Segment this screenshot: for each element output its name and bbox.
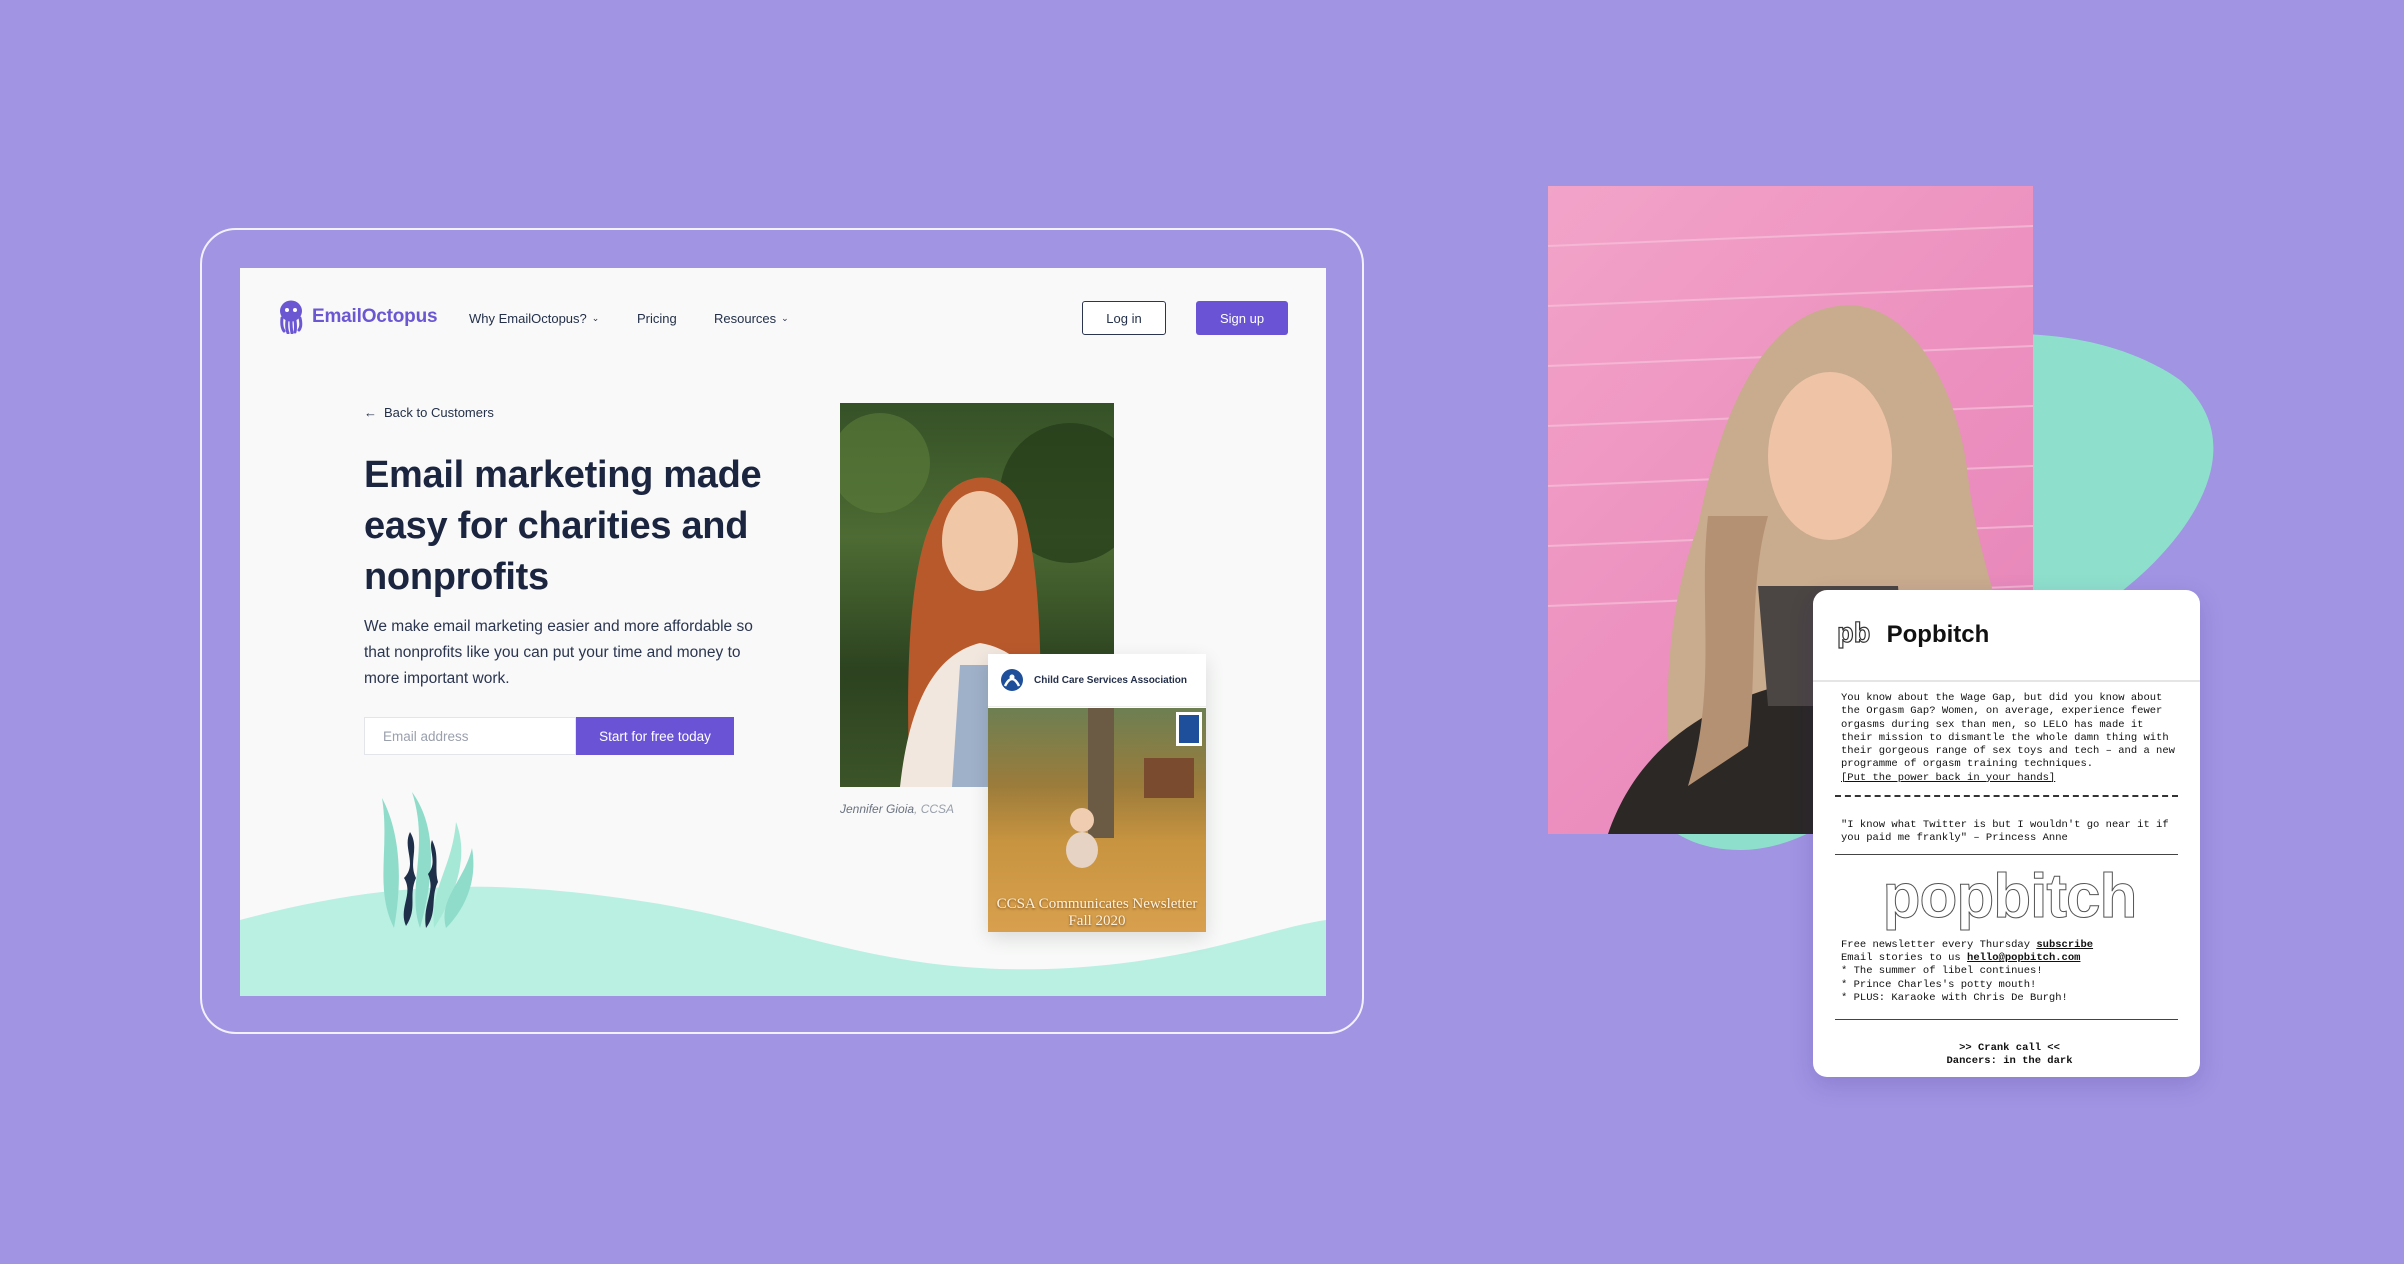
newsletter-title: CCSA Communicates Newsletter Fall 2020	[988, 896, 1206, 930]
nav-pricing-label: Pricing	[637, 311, 677, 326]
section-heading: >> Crank call <<	[1959, 1042, 2060, 1055]
free-line-text: Free newsletter every Thursday	[1841, 938, 2037, 951]
intro-link[interactable]: [Put the power back in your hands]	[1841, 772, 2178, 785]
nav-why-emailoctopus[interactable]: Why EmailOctopus? ⌄	[469, 311, 599, 326]
arrow-left-icon: ←	[364, 405, 377, 420]
section-heading: Dancers: in the dark	[1946, 1055, 2073, 1068]
newsletter-header: Child Care Services Association	[988, 654, 1206, 707]
popbitch-title: Popbitch	[1886, 621, 1990, 648]
email-stories-line: Email stories to us hello@popbitch.com	[1841, 952, 2178, 965]
bullet-item: * PLUS: Karaoke with Chris De Burgh!	[1841, 991, 2068, 1004]
newsletter-title-line1: CCSA Communicates Newsletter	[996, 896, 1198, 912]
intro-paragraph: You know about the Wage Gap, but did you…	[1841, 692, 2175, 771]
popbitch-header: pb Popbitch	[1813, 590, 2200, 682]
chevron-down-icon: ⌄	[591, 313, 600, 323]
photo-caption: Jennifer Gioia, CCSA	[840, 802, 954, 816]
quote-text: "I know what Twitter is but I wouldn't g…	[1841, 819, 2169, 845]
bullet-item: * Prince Charles's potty mouth!	[1841, 978, 2037, 991]
newsletter-cover-image: CCSA Communicates Newsletter Fall 2020	[988, 708, 1206, 932]
chevron-down-icon: ⌄	[781, 313, 789, 323]
newsletter-preview-card[interactable]: Child Care Services Association CCSA Com…	[988, 654, 1206, 932]
nav-resources[interactable]: Resources ⌄	[714, 311, 789, 326]
logo-text: EmailOctopus	[312, 306, 438, 327]
nav-resources-label: Resources	[714, 311, 777, 326]
newsletter-title-line2: Fall 2020	[1068, 913, 1126, 929]
login-button[interactable]: Log in	[1082, 301, 1166, 335]
popbitch-newsletter-card[interactable]: pb Popbitch You know about the Wage Gap,…	[1813, 590, 2200, 1077]
popbitch-body: You know about the Wage Gap, but did you…	[1813, 682, 2200, 1069]
emailoctopus-logo[interactable]: EmailOctopus	[278, 300, 438, 334]
seaweed-illustration	[382, 792, 474, 928]
caption-name: Jennifer Gioia	[840, 802, 915, 816]
bullet-item: * The summer of libel continues!	[1841, 965, 2043, 978]
back-link-label: Back to Customers	[384, 405, 494, 420]
nav-why-label: Why EmailOctopus?	[469, 311, 587, 326]
ascii-logo: popbitch	[1882, 861, 2138, 931]
newsletter-org-name: Child Care Services Association	[1034, 674, 1188, 686]
email-link[interactable]: hello@popbitch.com	[1967, 952, 2080, 964]
octopus-icon	[280, 300, 303, 334]
subscribe-link[interactable]: subscribe	[2036, 939, 2093, 951]
popbitch-logo-icon: pb	[1836, 619, 1871, 651]
page-title: Email marketing made easy for charities …	[364, 454, 762, 598]
signup-button[interactable]: Sign up	[1196, 301, 1288, 335]
dashed-divider	[1835, 795, 2178, 798]
email-line-text: Email stories to us	[1841, 951, 1968, 964]
free-newsletter-line: Free newsletter every Thursday subscribe	[1841, 939, 2178, 952]
email-input[interactable]: Email address	[364, 717, 576, 755]
divider	[1835, 1019, 2178, 1021]
ccsa-logo-icon	[1001, 669, 1023, 691]
back-to-customers-link[interactable]: ← Back to Customers	[364, 405, 494, 420]
caption-org: , CCSA	[914, 802, 955, 816]
start-free-button[interactable]: Start for free today	[576, 717, 734, 755]
nav-pricing[interactable]: Pricing	[637, 311, 677, 326]
divider	[1835, 853, 2178, 855]
hero-subtext: We make email marketing easier and more …	[364, 618, 753, 687]
emailoctopus-screen: EmailOctopus Why EmailOctopus? ⌄ Pricing…	[240, 268, 1326, 996]
